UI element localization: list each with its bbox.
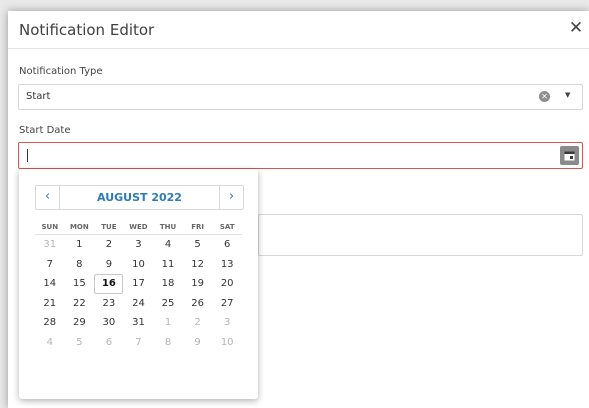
chevron-right-icon[interactable]: › bbox=[219, 186, 243, 209]
calendar-day[interactable]: 10 bbox=[124, 254, 154, 273]
calendar-week-row: 14 15 16 17 18 19 20 bbox=[35, 273, 242, 294]
calendar-day[interactable]: 20 bbox=[212, 274, 242, 294]
chevron-left-icon[interactable]: ‹ bbox=[36, 186, 60, 209]
calendar-day[interactable]: 6 bbox=[212, 235, 242, 255]
calendar-day[interactable]: 4 bbox=[153, 235, 183, 255]
calendar-week-row: 21 22 23 24 25 26 27 bbox=[35, 294, 242, 313]
calendar-day[interactable]: 18 bbox=[153, 274, 183, 294]
calendar-day[interactable]: 9 bbox=[94, 254, 124, 273]
calendar-grid: SUN MON TUE WED THU FRI SAT 31 1 2 3 4 5 6 7 8 9 10 11 12 1… bbox=[35, 219, 242, 352]
calendar-day[interactable]: 12 bbox=[183, 254, 213, 273]
calendar-day[interactable]: 3 bbox=[124, 235, 154, 255]
obscured-field[interactable] bbox=[258, 214, 583, 256]
calendar-day[interactable]: 8 bbox=[153, 333, 183, 352]
notification-type-value: Start bbox=[26, 91, 51, 102]
calendar-day[interactable]: 31 bbox=[35, 235, 65, 255]
calendar-week-row: 31 1 2 3 4 5 6 bbox=[35, 235, 242, 255]
calendar-day-today[interactable]: 16 bbox=[94, 273, 124, 294]
calendar-day[interactable]: 13 bbox=[212, 254, 242, 273]
calendar-day[interactable]: 5 bbox=[65, 333, 95, 352]
notification-type-select[interactable]: Start ✕ ▼ bbox=[18, 84, 583, 110]
calendar-week-row: 4 5 6 7 8 9 10 bbox=[35, 333, 242, 352]
calendar-day[interactable]: 11 bbox=[153, 254, 183, 273]
calendar-day[interactable]: 26 bbox=[183, 294, 213, 313]
calendar-day[interactable]: 27 bbox=[212, 294, 242, 313]
weekday-header: SUN bbox=[35, 219, 65, 235]
weekday-header: SAT bbox=[212, 219, 242, 235]
calendar-day[interactable]: 9 bbox=[183, 333, 213, 352]
calendar-day[interactable]: 25 bbox=[153, 294, 183, 313]
calendar-day[interactable]: 31 bbox=[124, 313, 154, 332]
calendar-day[interactable]: 17 bbox=[124, 274, 154, 294]
start-date-input[interactable] bbox=[18, 142, 583, 169]
start-date-label: Start Date bbox=[19, 125, 71, 136]
calendar-day[interactable]: 22 bbox=[65, 294, 95, 313]
weekday-header: FRI bbox=[182, 219, 213, 235]
calendar-day[interactable]: 10 bbox=[212, 333, 242, 352]
weekday-header: THU bbox=[153, 219, 183, 235]
close-icon[interactable]: ✕ bbox=[565, 16, 587, 40]
notification-editor-dialog: Notification Editor ✕ Notification Type … bbox=[8, 11, 589, 408]
weekday-header: MON bbox=[64, 219, 95, 235]
calendar-day[interactable]: 8 bbox=[65, 254, 95, 273]
calendar-day[interactable]: 24 bbox=[124, 294, 154, 313]
calendar-day[interactable]: 3 bbox=[212, 313, 242, 332]
calendar-day[interactable]: 7 bbox=[35, 254, 65, 273]
clear-icon[interactable]: ✕ bbox=[539, 91, 550, 102]
calendar-month-title[interactable]: AUGUST 2022 bbox=[59, 186, 220, 209]
calendar-day[interactable]: 19 bbox=[183, 274, 213, 294]
calendar-day[interactable]: 1 bbox=[65, 235, 95, 255]
calendar-day[interactable]: 30 bbox=[94, 313, 124, 332]
calendar-icon[interactable] bbox=[560, 146, 579, 165]
calendar-day[interactable]: 1 bbox=[153, 313, 183, 332]
calendar-day[interactable]: 4 bbox=[35, 333, 65, 352]
calendar-day[interactable]: 7 bbox=[124, 333, 154, 352]
text-cursor bbox=[27, 149, 28, 162]
weekday-header: WED bbox=[123, 219, 154, 235]
notification-type-label: Notification Type bbox=[19, 66, 103, 77]
weekday-header: TUE bbox=[94, 219, 124, 235]
calendar-day[interactable]: 14 bbox=[35, 274, 65, 294]
calendar-day[interactable]: 29 bbox=[65, 313, 95, 332]
calendar-day[interactable]: 28 bbox=[35, 313, 65, 332]
calendar-day[interactable]: 6 bbox=[94, 333, 124, 352]
calendar-day[interactable]: 5 bbox=[183, 235, 213, 255]
dialog-title: Notification Editor bbox=[19, 21, 155, 39]
calendar-day[interactable]: 23 bbox=[94, 294, 124, 313]
calendar-header: ‹ AUGUST 2022 › bbox=[35, 185, 244, 210]
calendar-day[interactable]: 2 bbox=[94, 235, 124, 255]
dialog-header: Notification Editor ✕ bbox=[8, 11, 589, 49]
caret-down-icon[interactable]: ▼ bbox=[565, 91, 570, 99]
calendar-day[interactable]: 2 bbox=[183, 313, 213, 332]
calendar-day[interactable]: 21 bbox=[35, 294, 65, 313]
date-picker-popup: ‹ AUGUST 2022 › SUN MON TUE WED THU FRI SAT 31… bbox=[19, 169, 258, 399]
calendar-week-row: 7 8 9 10 11 12 13 bbox=[35, 254, 242, 273]
calendar-day[interactable]: 15 bbox=[65, 274, 95, 294]
calendar-week-row: 28 29 30 31 1 2 3 bbox=[35, 313, 242, 332]
